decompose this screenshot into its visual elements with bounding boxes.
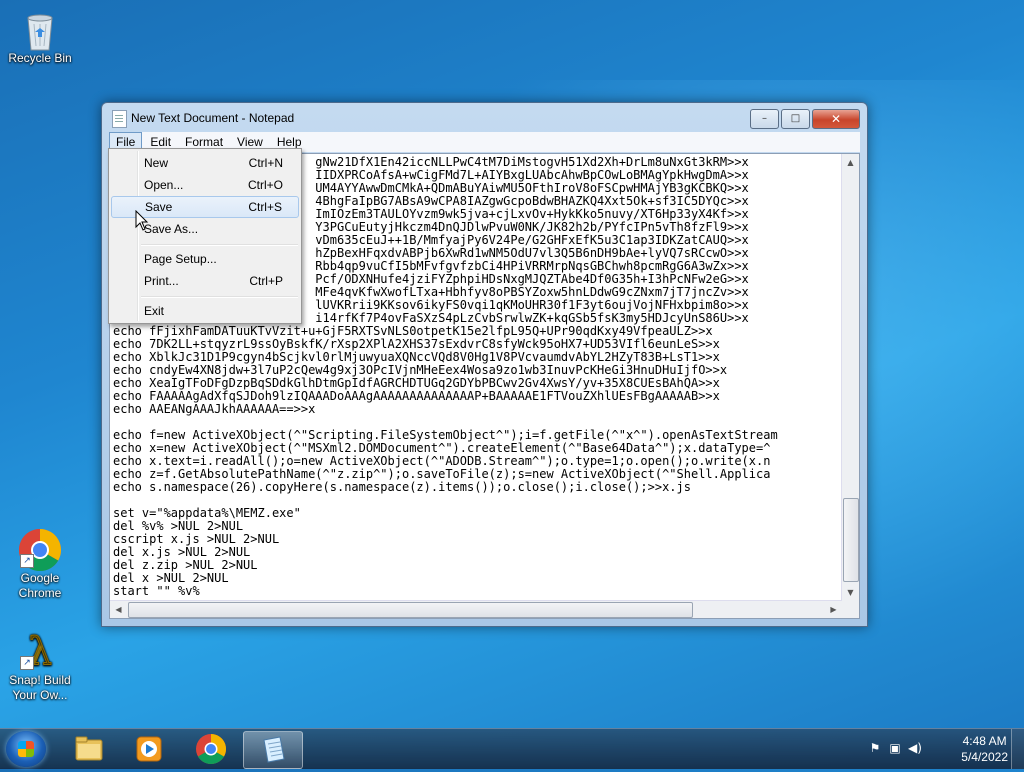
action-center-flag-icon[interactable]: ⚑ — [868, 741, 882, 755]
desktop-icon-recycle-bin[interactable]: Recycle Bin — [0, 8, 80, 66]
network-icon[interactable]: ▣ — [888, 741, 902, 755]
taskbar-media-player[interactable] — [120, 731, 178, 767]
shortcut-arrow-icon: ↗ — [20, 554, 34, 568]
menu-item-label: Exit — [144, 304, 165, 318]
vertical-scrollbar[interactable]: ▲ ▼ — [841, 154, 859, 601]
horizontal-scrollbar[interactable]: ◀ ▶ — [110, 600, 842, 618]
scroll-down-arrow-icon[interactable]: ▼ — [842, 584, 859, 601]
taskbar-explorer[interactable] — [60, 731, 118, 767]
menu-item-label: Save — [145, 200, 173, 214]
notepad-icon — [112, 110, 127, 128]
system-tray: ⚑ ▣ ◀) 4:48 AM 5/4/2022 — [854, 729, 1024, 769]
notepad-icon — [263, 736, 285, 763]
menu-item-shortcut: Ctrl+N — [248, 156, 283, 170]
file-menu-dropdown: New Ctrl+N Open... Ctrl+O Save Ctrl+S Sa… — [108, 148, 302, 324]
chrome-icon: ↗ — [18, 528, 62, 572]
recycle-bin-icon — [20, 8, 60, 51]
volume-icon[interactable]: ◀) — [908, 741, 922, 755]
desktop-icon-snap[interactable]: λ ↗ Snap! Build Your Ow... — [0, 629, 80, 703]
close-button[interactable]: ✕ — [812, 109, 860, 129]
menu-item-label: Save As... — [144, 222, 199, 236]
caption-buttons: – □ ✕ — [748, 109, 860, 129]
menu-item-exit[interactable]: Exit — [111, 300, 299, 322]
menu-item-new[interactable]: New Ctrl+N — [111, 152, 299, 174]
desktop-icon-label: Recycle Bin — [8, 51, 72, 65]
shortcut-arrow-icon: ↗ — [20, 656, 34, 670]
lambda-icon: λ ↗ — [20, 629, 60, 674]
taskbar-notepad[interactable] — [243, 731, 303, 769]
menu-item-label: Open... — [144, 178, 184, 192]
horizontal-scroll-thumb[interactable] — [128, 602, 693, 618]
title-bar[interactable]: New Text Document - Notepad – □ ✕ — [102, 103, 867, 133]
clock-time: 4:48 AM — [962, 734, 1007, 748]
menu-item-shortcut: Ctrl+O — [247, 178, 283, 192]
maximize-button[interactable]: □ — [781, 109, 810, 129]
vertical-scroll-thumb[interactable] — [843, 498, 859, 582]
menu-item-shortcut: Ctrl+P — [249, 274, 283, 288]
resize-grip[interactable] — [842, 601, 859, 618]
menu-item-shortcut: Ctrl+S — [248, 200, 282, 214]
desktop-icon-label: Google Chrome — [18, 571, 62, 600]
media-player-icon — [136, 736, 162, 762]
scroll-right-arrow-icon[interactable]: ▶ — [825, 601, 842, 618]
menu-item-open[interactable]: Open... Ctrl+O — [111, 174, 299, 196]
scroll-up-arrow-icon[interactable]: ▲ — [842, 154, 859, 171]
chrome-icon — [196, 734, 227, 765]
taskbar-chrome[interactable] — [182, 731, 240, 767]
desktop-icon-label: Snap! Build Your Ow... — [9, 673, 71, 702]
desktop-icon-google-chrome[interactable]: ↗ Google Chrome — [0, 528, 80, 601]
clock[interactable]: 4:48 AM 5/4/2022 — [961, 733, 1008, 765]
folder-icon — [75, 736, 103, 761]
start-button[interactable] — [6, 731, 46, 767]
menu-item-print[interactable]: Print... Ctrl+P — [111, 270, 299, 292]
scroll-left-arrow-icon[interactable]: ◀ — [110, 601, 127, 618]
menu-item-label: New — [144, 156, 169, 170]
clock-date: 5/4/2022 — [961, 750, 1008, 764]
menu-separator — [141, 296, 298, 298]
menu-item-label: Page Setup... — [144, 252, 217, 266]
window-title: New Text Document - Notepad — [131, 111, 295, 125]
show-desktop-button[interactable] — [1011, 729, 1024, 769]
minimize-button[interactable]: – — [750, 109, 779, 129]
menu-item-page-setup[interactable]: Page Setup... — [111, 248, 299, 270]
menu-item-label: Print... — [144, 274, 179, 288]
menu-separator — [141, 244, 298, 246]
taskbar: ⚑ ▣ ◀) 4:48 AM 5/4/2022 — [0, 728, 1024, 769]
